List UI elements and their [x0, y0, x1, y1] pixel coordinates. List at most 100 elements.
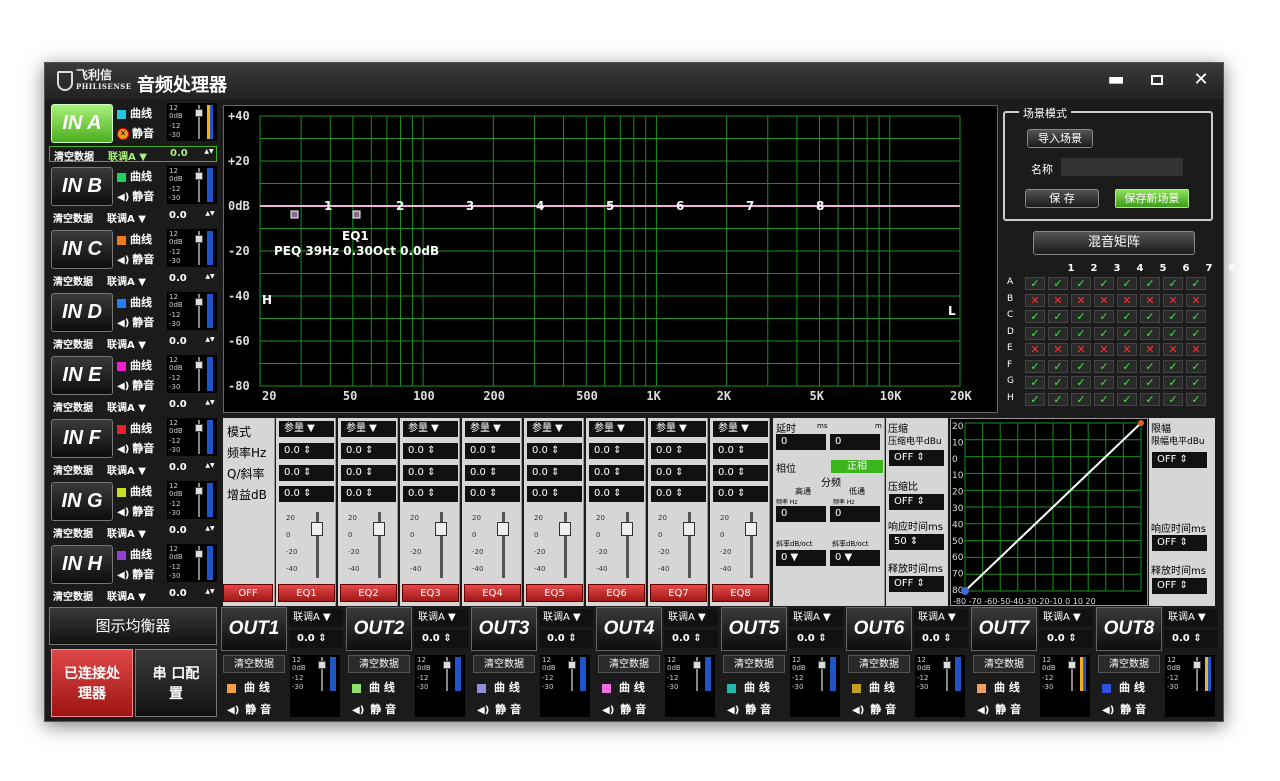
curve-toggle[interactable]: 曲 线 — [727, 679, 770, 695]
eq-gain-fader[interactable]: 20 0 -20 -40 — [648, 508, 708, 584]
fader-knob[interactable] — [195, 298, 203, 306]
eq-gain-input[interactable]: 0.0 ⇕ — [403, 486, 458, 502]
eq-freq-input[interactable]: 0.0 ⇕ — [589, 443, 644, 459]
curve-toggle[interactable]: 曲线 — [117, 105, 152, 121]
volume-fader[interactable] — [318, 657, 326, 691]
eq-band-button[interactable]: EQ8 — [712, 584, 769, 602]
matrix-check-icon[interactable]: ✓ — [1048, 376, 1068, 389]
matrix-check-icon[interactable]: ✓ — [1186, 277, 1206, 290]
output-gain-value[interactable]: 0.0 ⇕ — [1039, 630, 1093, 648]
fader-knob[interactable] — [195, 550, 203, 558]
delay-m-input[interactable]: 0 — [830, 434, 880, 450]
mute-toggle[interactable]: ◀) 静音 — [117, 566, 154, 582]
matrix-check-icon[interactable]: ✓ — [1025, 392, 1045, 406]
serial-config-button[interactable]: 串 口配 置 — [135, 649, 217, 717]
mixer-matrix-button[interactable]: 混音矩阵 — [1033, 231, 1195, 255]
eq-type-select[interactable]: 参量 ▼ — [589, 421, 644, 437]
output-select-button[interactable]: OUT5 — [721, 607, 787, 651]
output-select-button[interactable]: OUT2 — [346, 607, 412, 651]
eq-response-graph[interactable]: +40 +20 0dB -20 -40 -60 -80 20 50 100 200 500 1K 2K 5K… — [223, 105, 998, 413]
comp-threshold-input[interactable]: OFF ⇕ — [889, 450, 944, 466]
input-select-button[interactable]: IN C — [51, 230, 113, 269]
gain-stepper[interactable]: ▲▼ — [205, 588, 215, 602]
eq-q-input[interactable]: 0.0 ⇕ — [589, 465, 644, 481]
fader-knob[interactable] — [943, 661, 951, 669]
matrix-check-icon[interactable]: ✓ — [1163, 310, 1183, 323]
output-gain-value[interactable]: 0.0 ⇕ — [664, 630, 718, 648]
output-gain-value[interactable]: 0.0 ⇕ — [914, 630, 968, 648]
eq-q-input[interactable]: 0.0 ⇕ — [341, 465, 396, 481]
eq-gain-fader[interactable]: 20 0 -20 -40 — [710, 508, 770, 584]
fader-knob[interactable] — [693, 661, 701, 669]
fader-knob[interactable] — [195, 487, 203, 495]
curve-toggle[interactable]: 曲 线 — [977, 679, 1020, 695]
matrix-check-icon[interactable]: ✓ — [1117, 376, 1137, 389]
eq-gain-fader[interactable]: 20 0 -20 -40 — [338, 508, 398, 584]
fader-knob[interactable] — [195, 424, 203, 432]
curve-toggle[interactable]: 曲 线 — [602, 679, 645, 695]
eq-gain-fader[interactable]: 20 0 -20 -40 — [462, 508, 522, 584]
curve-toggle[interactable]: 曲线 — [117, 420, 152, 436]
link-select[interactable]: 联调A ▼ — [107, 210, 146, 225]
output-select-button[interactable]: OUT7 — [971, 607, 1037, 651]
input-select-button[interactable]: IN G — [51, 482, 113, 521]
volume-fader[interactable] — [195, 168, 203, 202]
matrix-cross-icon[interactable]: ✕ — [1094, 293, 1114, 307]
mute-toggle[interactable]: ◀) 静 音 — [477, 701, 521, 717]
eq-band-button[interactable]: EQ7 — [650, 584, 707, 602]
clear-data-button[interactable]: 清空数据 — [53, 210, 93, 225]
eq-freq-input[interactable]: 0.0 ⇕ — [341, 443, 396, 459]
curve-toggle[interactable]: 曲线 — [117, 231, 152, 247]
input-select-button[interactable]: IN H — [51, 545, 113, 584]
volume-fader[interactable] — [568, 657, 576, 691]
matrix-check-icon[interactable]: ✓ — [1048, 277, 1068, 290]
input-gain-value[interactable]: 0.0 — [169, 462, 187, 473]
output-select-button[interactable]: OUT3 — [471, 607, 537, 651]
eq-type-select[interactable]: 参量 ▼ — [403, 421, 458, 437]
curve-toggle[interactable]: 曲 线 — [477, 679, 520, 695]
fader-knob[interactable] — [818, 661, 826, 669]
gain-stepper[interactable]: ▲▼ — [205, 399, 215, 413]
eq-gain-input[interactable]: 0.0 ⇕ — [589, 486, 644, 502]
mute-toggle[interactable]: ◀) 静 音 — [227, 701, 271, 717]
link-select[interactable]: 联调A ▼ — [664, 609, 718, 627]
volume-fader[interactable] — [1068, 657, 1076, 691]
limit-attack-input[interactable]: OFF ⇕ — [1152, 535, 1207, 551]
matrix-check-icon[interactable]: ✓ — [1094, 326, 1114, 340]
eq-type-select[interactable]: 参量 ▼ — [279, 421, 334, 437]
mute-toggle[interactable]: ◀) 静 音 — [852, 701, 896, 717]
eq-freq-input[interactable]: 0.0 ⇕ — [403, 443, 458, 459]
output-select-button[interactable]: OUT4 — [596, 607, 662, 651]
link-select[interactable]: 联调A ▼ — [107, 336, 146, 351]
eq-q-input[interactable]: 0.0 ⇕ — [651, 465, 706, 481]
gain-stepper[interactable]: ▲▼ — [205, 273, 215, 287]
eq-band-button[interactable]: EQ5 — [526, 584, 583, 602]
gain-stepper[interactable]: ▲▼ — [205, 336, 215, 350]
matrix-check-icon[interactable]: ✓ — [1140, 310, 1160, 323]
matrix-check-icon[interactable]: ✓ — [1071, 326, 1091, 340]
clear-data-button[interactable]: 清空数据 — [723, 655, 785, 673]
fader-knob[interactable] — [1068, 661, 1076, 669]
matrix-check-icon[interactable]: ✓ — [1117, 392, 1137, 406]
output-select-button[interactable]: OUT1 — [221, 607, 287, 651]
eq-gain-fader[interactable]: 20 0 -20 -40 — [524, 508, 584, 584]
clear-data-button[interactable]: 清空数据 — [348, 655, 410, 673]
volume-fader[interactable] — [195, 420, 203, 454]
matrix-cross-icon[interactable]: ✕ — [1048, 293, 1068, 307]
eq-type-select[interactable]: 参量 ▼ — [341, 421, 396, 437]
limit-level-input[interactable]: OFF ⇕ — [1152, 452, 1207, 468]
volume-fader[interactable] — [943, 657, 951, 691]
matrix-check-icon[interactable]: ✓ — [1048, 310, 1068, 323]
mute-toggle[interactable]: ◀) 静 音 — [727, 701, 771, 717]
clear-data-button[interactable]: 清空数据 — [53, 462, 93, 477]
matrix-check-icon[interactable]: ✓ — [1025, 376, 1045, 389]
fader-knob[interactable] — [195, 172, 203, 180]
matrix-check-icon[interactable]: ✓ — [1048, 392, 1068, 406]
output-gain-value[interactable]: 0.0 ⇕ — [414, 630, 468, 648]
matrix-check-icon[interactable]: ✓ — [1071, 310, 1091, 323]
matrix-check-icon[interactable]: ✓ — [1025, 277, 1045, 290]
matrix-cross-icon[interactable]: ✕ — [1186, 293, 1206, 307]
curve-toggle[interactable]: 曲 线 — [852, 679, 895, 695]
import-scene-button[interactable]: 导入场景 — [1027, 129, 1093, 148]
mute-toggle[interactable]: ◀) 静 音 — [352, 701, 396, 717]
